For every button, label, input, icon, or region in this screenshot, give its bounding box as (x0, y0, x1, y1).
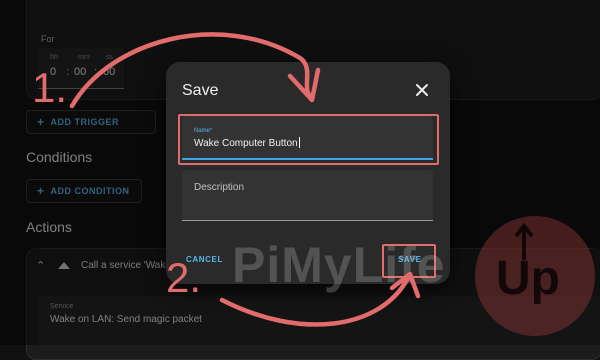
step-1-annotation: 1. (32, 64, 68, 111)
annotation-arrows (69, 32, 421, 327)
step-2-annotation: 2. (166, 254, 202, 301)
